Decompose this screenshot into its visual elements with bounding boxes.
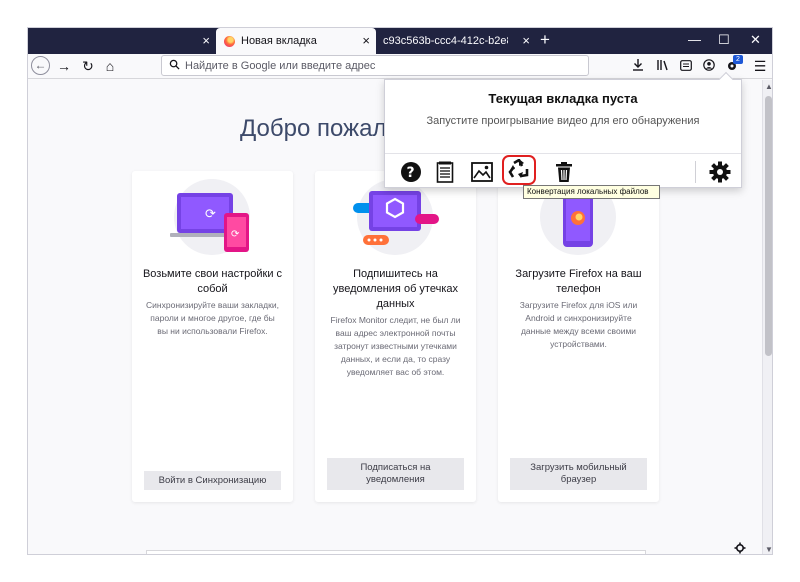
card-mobile: Загрузите Firefox на ваш телефон Загрузи… [498, 171, 659, 502]
search-box-bottom[interactable] [146, 550, 646, 554]
new-tab-button[interactable]: + [540, 30, 550, 50]
minimize-button[interactable]: — [688, 32, 701, 48]
url-placeholder: Найдите в Google или введите адрес [185, 59, 376, 72]
convert-icon[interactable] [502, 155, 536, 185]
tab-close-icon[interactable]: × [202, 33, 210, 49]
card-title: Возьмите свои настройки с собой [142, 268, 283, 295]
image-icon[interactable] [469, 159, 495, 185]
tab-extension-page[interactable]: c93c563b-ccc4-412c-b2e8-47fb76c × [376, 28, 536, 54]
popup-subtitle: Запустите проигрывание видео для его обн… [426, 115, 700, 127]
vertical-scrollbar[interactable]: ▲ ▼ [762, 80, 772, 554]
back-button[interactable]: ← [31, 56, 50, 75]
settings-icon[interactable] [707, 159, 733, 185]
nav-bar: ← → ↻ ⌂ Найдите в Google или введите адр… [28, 54, 772, 79]
url-bar[interactable]: Найдите в Google или введите адрес [161, 55, 589, 76]
card-title: Загрузите Firefox на ваш телефон [515, 268, 642, 295]
tab-close-icon[interactable]: × [522, 33, 530, 49]
scroll-down-icon[interactable]: ▼ [765, 545, 772, 554]
account-icon[interactable] [700, 57, 718, 75]
trash-icon[interactable] [551, 159, 577, 185]
card-text: Firefox Monitor следит, не был ли ваш ад… [330, 315, 461, 377]
reader-view-icon[interactable] [677, 57, 695, 75]
download-mobile-button[interactable]: Загрузить мобильный браузер [510, 458, 647, 490]
toolbar-separator [695, 161, 696, 183]
reload-button[interactable]: ↻ [79, 57, 97, 75]
convert-tooltip: Конвертация локальных файлов [523, 185, 660, 199]
scroll-up-icon[interactable]: ▲ [765, 82, 772, 91]
monitor-subscribe-button[interactable]: Подписаться на уведомления [327, 458, 464, 490]
tab-bar: × Новая вкладка × c93c563b-ccc4-412c-b2e… [28, 28, 772, 54]
card-text: Загрузите Firefox для iOS или Android и … [519, 300, 638, 349]
popup-title: Текущая вкладка пуста [488, 91, 638, 106]
tab-label: Новая вкладка [241, 35, 317, 47]
library-icon[interactable] [653, 57, 671, 75]
notes-icon[interactable] [432, 159, 458, 185]
extension-badge: 2 [733, 55, 743, 64]
card-text: Синхронизируйте ваши закладки, пароли и … [146, 300, 279, 336]
svg-text:⟳: ⟳ [205, 207, 216, 222]
menu-button[interactable]: ☰ [751, 57, 769, 75]
tab-new-tab[interactable]: Новая вкладка × [216, 28, 376, 54]
search-icon [169, 59, 180, 73]
card-title: Подпишитесь на уведомления об утечках да… [332, 268, 458, 310]
help-icon[interactable]: ? [398, 159, 424, 185]
scrollbar-thumb[interactable] [765, 96, 772, 356]
popup-toolbar: ? [385, 153, 741, 188]
firefox-icon [224, 35, 235, 47]
tab-empty[interactable]: × [28, 28, 216, 54]
svg-text:⟳: ⟳ [231, 229, 240, 240]
card-sync: ⟳ ⟳ Возьмите свои настройки с собой Синх… [132, 171, 293, 502]
sync-signin-button[interactable]: Войти в Синхронизацию [144, 471, 281, 490]
welcome-heading: Добро пожал [240, 115, 387, 142]
extension-popup: Текущая вкладка пуста Запустите проигрыв… [384, 71, 742, 188]
home-button[interactable]: ⌂ [101, 57, 119, 75]
maximize-button[interactable]: ☐ [718, 32, 730, 48]
downloads-icon[interactable] [629, 57, 647, 75]
page-settings-icon[interactable] [734, 542, 746, 554]
tab-label: c93c563b-ccc4-412c-b2e8-47fb76c [383, 35, 508, 47]
svg-text:?: ? [407, 165, 415, 181]
card-monitor: Подпишитесь на уведомления об утечках да… [315, 171, 476, 502]
tab-close-icon[interactable]: × [362, 33, 370, 49]
forward-button[interactable]: → [55, 57, 73, 75]
devices-sync-illustration: ⟳ ⟳ [170, 179, 250, 255]
close-window-button[interactable]: ✕ [750, 32, 761, 48]
